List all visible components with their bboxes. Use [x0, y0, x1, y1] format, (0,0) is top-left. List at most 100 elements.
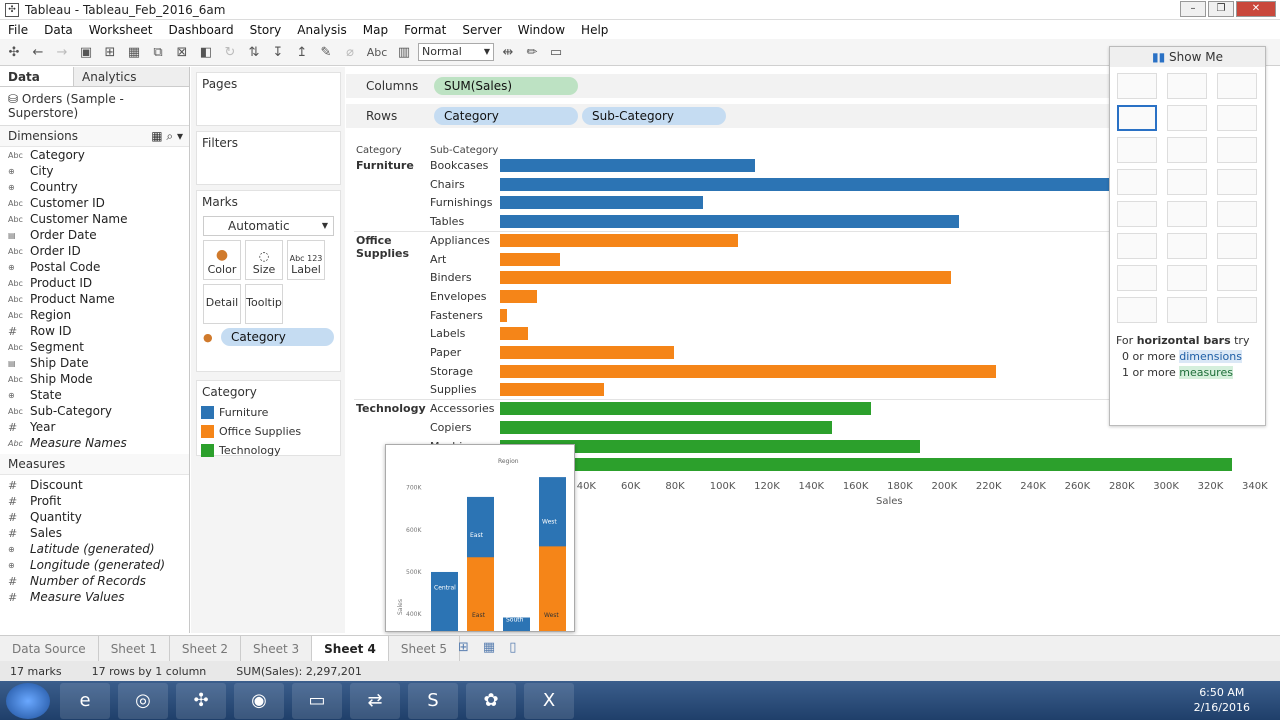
duplicate-icon[interactable]: ⧉ — [148, 43, 168, 61]
sort-desc-icon[interactable]: ↥ — [292, 43, 312, 61]
chart-type-option[interactable] — [1117, 169, 1157, 195]
tableau-logo-icon[interactable]: ✣ — [4, 43, 24, 61]
menu-dashboard[interactable]: Dashboard — [160, 23, 241, 37]
pause-icon[interactable]: ◧ — [196, 43, 216, 61]
field-year[interactable]: # Year — [0, 419, 189, 435]
tab-analytics[interactable]: Analytics — [74, 67, 189, 86]
label-button[interactable]: Abc 123 Label — [287, 240, 325, 280]
field-sub-category[interactable]: Abc Sub-Category — [0, 403, 189, 419]
new-dashboard-tab-icon[interactable]: ▦ — [483, 640, 495, 655]
start-button[interactable] — [6, 682, 50, 719]
explorer-icon[interactable]: ▭ — [292, 682, 342, 719]
chart-type-option[interactable] — [1167, 233, 1207, 259]
bar-art[interactable] — [500, 252, 561, 266]
category-row-pill[interactable]: Category — [434, 107, 578, 125]
menu-file[interactable]: File — [0, 23, 36, 37]
field-discount[interactable]: # Discount — [0, 477, 189, 493]
sheet-tab-sheet-3[interactable]: Sheet 3 — [241, 635, 313, 662]
legend-item-office-supplies[interactable]: Office Supplies — [197, 422, 340, 441]
show-me-header[interactable]: ▮▮ Show Me — [1110, 47, 1265, 67]
menu-help[interactable]: Help — [573, 23, 616, 37]
field-customer-id[interactable]: Abc Customer ID — [0, 195, 189, 211]
chart-type-option[interactable] — [1117, 201, 1157, 227]
chart-type-option[interactable] — [1117, 233, 1157, 259]
chart-type-option[interactable] — [1217, 233, 1257, 259]
fit-width-icon[interactable]: ⇹ — [498, 43, 518, 61]
bar-tables[interactable] — [500, 215, 959, 229]
color-button[interactable]: ● Color — [203, 240, 241, 280]
app-flower-icon[interactable]: ✿ — [466, 682, 516, 719]
new-worksheet-icon[interactable]: ▦ — [124, 43, 144, 61]
menu-story[interactable]: Story — [242, 23, 290, 37]
bar-phones[interactable] — [500, 458, 1232, 472]
sheet-tab-sheet-4[interactable]: Sheet 4 — [312, 635, 389, 662]
field-order-date[interactable]: ▤ Order Date — [0, 227, 189, 243]
field-product-name[interactable]: Abc Product Name — [0, 291, 189, 307]
field-customer-name[interactable]: Abc Customer Name — [0, 211, 189, 227]
field-category[interactable]: Abc Category — [0, 147, 189, 163]
bar-labels[interactable] — [500, 327, 528, 341]
field-state[interactable]: ⊕ State — [0, 387, 189, 403]
field-product-id[interactable]: Abc Product ID — [0, 275, 189, 291]
chart-type-option[interactable] — [1217, 297, 1257, 323]
legend-item-technology[interactable]: Technology — [197, 441, 340, 460]
chart-type-option[interactable] — [1217, 137, 1257, 163]
chart-type-option[interactable] — [1167, 105, 1207, 131]
field-row-id[interactable]: # Row ID — [0, 323, 189, 339]
bar-envelopes[interactable] — [500, 289, 537, 303]
tab-data[interactable]: Data — [0, 67, 74, 86]
size-button[interactable]: ◌ Size — [245, 240, 283, 280]
field-measure-names[interactable]: Abc Measure Names — [0, 435, 189, 451]
bar-furnishings[interactable] — [500, 196, 704, 210]
new-worksheet-tab-icon[interactable]: ⊞ — [458, 640, 469, 655]
highlight-icon[interactable]: ✎ — [316, 43, 336, 61]
teamviewer-icon[interactable]: ⇄ — [350, 682, 400, 719]
field-profit[interactable]: # Profit — [0, 493, 189, 509]
sheet-tab-sheet-1[interactable]: Sheet 1 — [99, 635, 170, 662]
menu-analysis[interactable]: Analysis — [289, 23, 354, 37]
field-city[interactable]: ⊕ City — [0, 163, 189, 179]
menu-server[interactable]: Server — [454, 23, 509, 37]
bar-binders[interactable] — [500, 271, 952, 285]
subcategory-row-pill[interactable]: Sub-Category — [582, 107, 726, 125]
chart-type-option[interactable] — [1117, 105, 1157, 131]
chart-type-option[interactable] — [1117, 297, 1157, 323]
chart-type-option[interactable] — [1167, 201, 1207, 227]
sort-asc-icon[interactable]: ↧ — [268, 43, 288, 61]
presentation-icon[interactable]: ▭ — [546, 43, 566, 61]
chrome-icon[interactable]: ◉ — [234, 682, 284, 719]
field-number-of-records[interactable]: # Number of Records — [0, 573, 189, 589]
ie-icon[interactable]: e — [60, 682, 110, 719]
group-icon[interactable]: ⌀ — [340, 43, 360, 61]
menu-format[interactable]: Format — [396, 23, 454, 37]
excel-icon[interactable]: X — [524, 682, 574, 719]
chart-type-option[interactable] — [1167, 297, 1207, 323]
restore-button[interactable]: ❐ — [1208, 1, 1234, 17]
new-datasource-icon[interactable]: ⊞ — [100, 43, 120, 61]
filters-card[interactable]: Filters — [196, 131, 341, 185]
search-icon[interactable]: ▦ ⌕ ▾ — [151, 129, 183, 144]
category-color-pill[interactable]: Category — [221, 328, 334, 346]
sheet-tab-data-source[interactable]: Data Source — [0, 635, 99, 662]
bar-appliances[interactable] — [500, 233, 739, 247]
menu-worksheet[interactable]: Worksheet — [81, 23, 161, 37]
legend-item-furniture[interactable]: Furniture — [197, 403, 340, 422]
field-ship-mode[interactable]: Abc Ship Mode — [0, 371, 189, 387]
menu-map[interactable]: Map — [355, 23, 396, 37]
clear-icon[interactable]: ⊠ — [172, 43, 192, 61]
chart-type-option[interactable] — [1167, 137, 1207, 163]
field-sales[interactable]: # Sales — [0, 525, 189, 541]
swap-icon[interactable]: ⇅ — [244, 43, 264, 61]
minimize-button[interactable]: – — [1180, 1, 1206, 17]
new-story-tab-icon[interactable]: ▯ — [509, 640, 516, 655]
sheet-tab-sheet-2[interactable]: Sheet 2 — [170, 635, 241, 662]
close-button[interactable]: ✕ — [1236, 1, 1276, 17]
field-measure-values[interactable]: # Measure Values — [0, 589, 189, 605]
mark-type-select[interactable]: Automatic — [203, 216, 334, 236]
chart-type-option[interactable] — [1217, 265, 1257, 291]
bar-accessories[interactable] — [500, 402, 872, 416]
field-postal-code[interactable]: ⊕ Postal Code — [0, 259, 189, 275]
save-icon[interactable]: ▣ — [76, 43, 96, 61]
menu-data[interactable]: Data — [36, 23, 81, 37]
chart-type-option[interactable] — [1117, 265, 1157, 291]
